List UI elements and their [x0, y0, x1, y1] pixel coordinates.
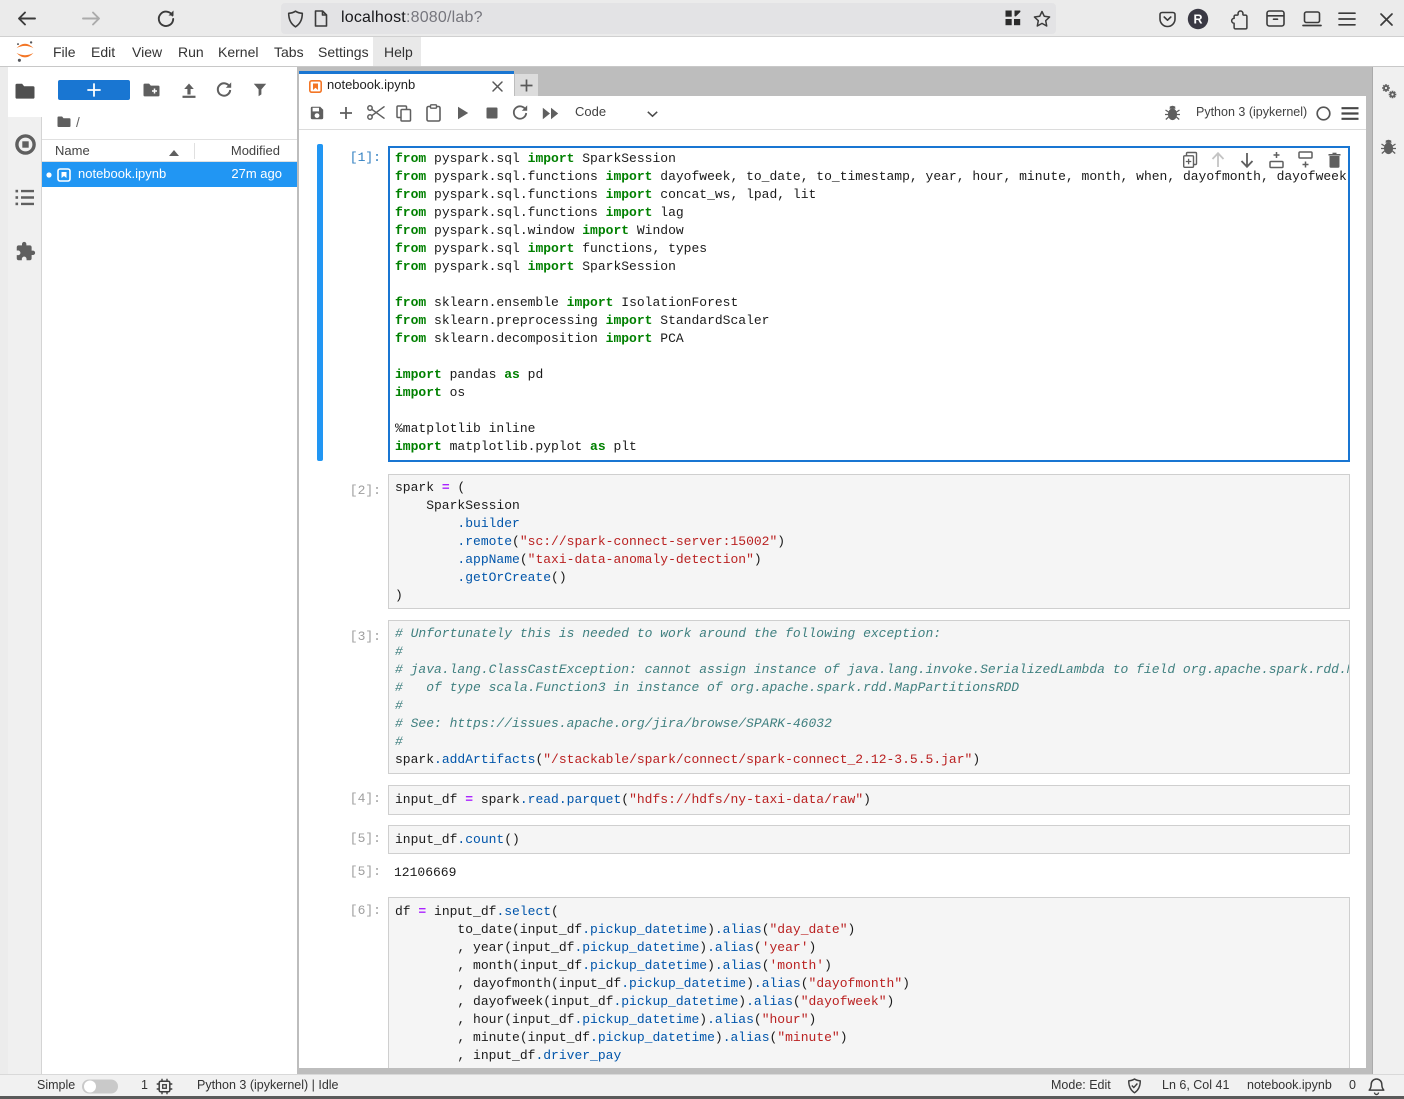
svg-text:R: R — [1193, 13, 1202, 27]
